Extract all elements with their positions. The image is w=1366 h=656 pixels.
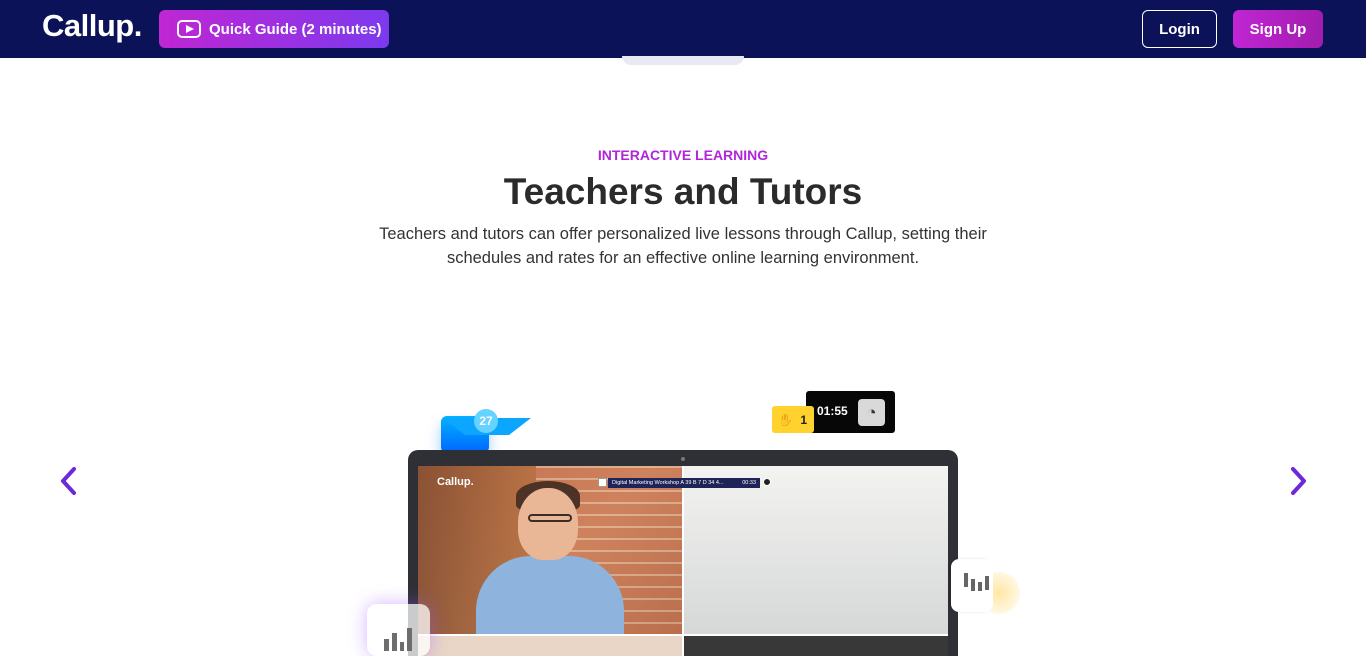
- play-video-icon: [177, 20, 201, 38]
- participant-shirt: [476, 556, 624, 634]
- participant-video-tile: Callup.: [418, 466, 682, 634]
- raised-hand-count: 1: [800, 412, 807, 427]
- login-button[interactable]: Login: [1142, 10, 1217, 48]
- meeting-title-bar: Digital Marketing Workshop A 39 B 7 D 34…: [608, 478, 760, 488]
- candlestick: [978, 582, 982, 591]
- chart-bar: [384, 639, 389, 651]
- chart-bar: [399, 642, 405, 651]
- participant-video-tile: [684, 466, 948, 634]
- participant-face: [518, 488, 578, 560]
- meeting-title: Digital Marketing Workshop A 39 B 7 D 34…: [612, 480, 724, 486]
- meeting-time: 00:33: [742, 480, 756, 486]
- video-call-preview: Callup. Digital Marketing Workshop A 39 …: [408, 450, 958, 656]
- section-eyebrow: INTERACTIVE LEARNING: [597, 147, 769, 163]
- screen-logo: Callup.: [437, 476, 474, 488]
- section-description: Teachers and tutors can offer personaliz…: [379, 225, 987, 267]
- candlestick: [971, 579, 975, 591]
- glasses: [528, 514, 572, 522]
- timer-value: 01:55: [817, 404, 848, 418]
- candlestick: [964, 573, 968, 587]
- hero-tab-shadow: [622, 56, 744, 65]
- meeting-icon: [598, 478, 607, 487]
- callup-logo[interactable]: Callup.: [42, 8, 142, 44]
- raised-hand-badge: ✋ 1: [772, 406, 814, 433]
- candlestick-chart-icon: [962, 570, 990, 598]
- quick-guide-label: Quick Guide (2 minutes): [209, 20, 382, 38]
- participant-video-tile: [418, 636, 682, 656]
- message-count-badge: 27: [474, 409, 498, 433]
- chevron-left-icon: [61, 467, 76, 495]
- previous-slide-button[interactable]: [58, 466, 80, 496]
- bar-chart-icon: [384, 621, 412, 651]
- quick-guide-button[interactable]: Quick Guide (2 minutes): [159, 10, 389, 48]
- candlestick: [985, 576, 989, 590]
- chart-bar: [391, 633, 397, 651]
- speedometer-icon: ◔: [858, 399, 885, 426]
- video-call-screen: Callup. Digital Marketing Workshop A 39 …: [418, 466, 948, 656]
- section-title: Teachers and Tutors: [503, 171, 863, 212]
- chevron-right-icon: [1291, 467, 1306, 495]
- hand-icon: ✋: [778, 412, 793, 427]
- sign-up-button[interactable]: Sign Up: [1233, 10, 1323, 48]
- participant-video-tile: [684, 636, 948, 656]
- close-meeting-icon: [763, 478, 771, 486]
- chart-bar: [407, 628, 412, 651]
- laptop-camera: [681, 457, 685, 461]
- site-header: Callup. Quick Guide (2 minutes) Login Si…: [0, 0, 1366, 58]
- next-slide-button[interactable]: [1287, 466, 1309, 496]
